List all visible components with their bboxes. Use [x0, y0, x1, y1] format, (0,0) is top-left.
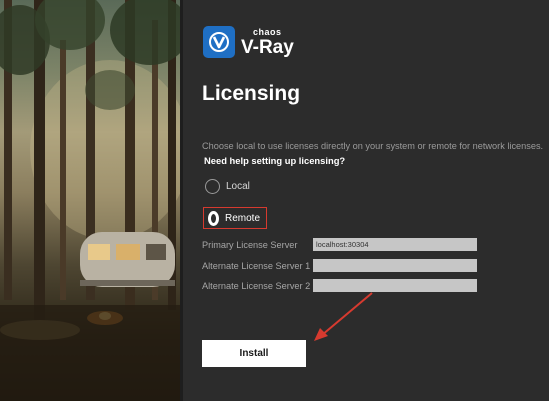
primary-server-label: Primary License Server: [202, 240, 298, 250]
licensing-panel: chaos V-Ray Licensing Choose local to us…: [183, 0, 549, 401]
radio-remote[interactable]: Remote: [203, 207, 267, 229]
forest-scene-illustration: [0, 0, 180, 401]
install-button[interactable]: Install: [202, 340, 306, 367]
alt-server-2-label: Alternate License Server 2: [202, 281, 311, 291]
radio-local[interactable]: Local: [205, 179, 250, 194]
brand-logo: chaos V-Ray: [203, 26, 294, 58]
alt-server-1-input[interactable]: [313, 259, 477, 272]
background-artwork: [0, 0, 180, 401]
primary-server-input[interactable]: [313, 238, 477, 251]
licensing-description: Choose local to use licenses directly on…: [202, 141, 544, 151]
alt-server-1-label: Alternate License Server 1: [202, 261, 311, 271]
radio-local-label: Local: [226, 181, 250, 192]
radio-circle-selected[interactable]: [208, 210, 219, 226]
page-title: Licensing: [202, 82, 301, 105]
help-link[interactable]: Need help setting up licensing?: [204, 155, 345, 166]
radio-circle[interactable]: [205, 179, 220, 194]
brand-product: V-Ray: [241, 36, 294, 58]
brand-company: chaos: [253, 26, 282, 37]
alt-server-2-input[interactable]: [313, 279, 477, 292]
radio-remote-label: Remote: [224, 212, 260, 224]
brand-wordmark: chaos V-Ray: [241, 26, 294, 58]
vray-logo-icon: [203, 26, 235, 58]
